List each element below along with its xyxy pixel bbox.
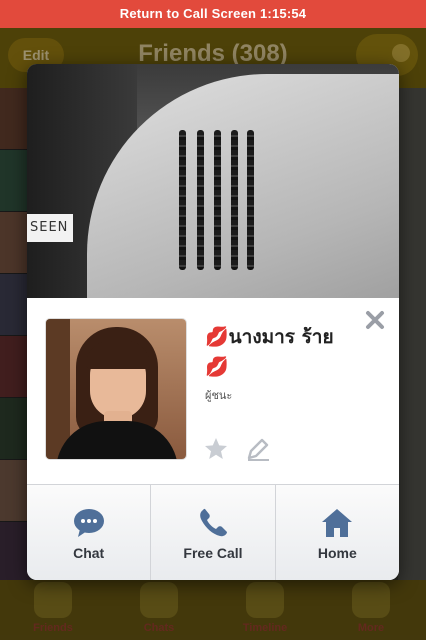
home-icon bbox=[322, 509, 353, 537]
status-message: ผู้ชนะ bbox=[205, 389, 233, 402]
close-icon[interactable] bbox=[363, 308, 387, 332]
free-call-button[interactable]: Free Call bbox=[151, 485, 276, 580]
cover-photo: SEEN bbox=[27, 64, 399, 298]
chat-label: Chat bbox=[73, 545, 105, 561]
call-timer: 1:15:54 bbox=[260, 6, 307, 21]
profile-name: 💋นางมาร ร้าย💋 bbox=[205, 326, 334, 378]
tattoo-line bbox=[197, 130, 204, 270]
tattoo-line bbox=[214, 130, 221, 270]
profile-photo[interactable] bbox=[46, 319, 186, 459]
chat-bubble-icon bbox=[73, 509, 104, 537]
phone-icon bbox=[200, 508, 227, 537]
profile-actions: Chat Free Call Home bbox=[27, 484, 399, 580]
tattoo-line bbox=[231, 130, 238, 270]
cover-watermark: SEEN bbox=[27, 214, 73, 242]
tattoo-line bbox=[247, 130, 254, 270]
home-label: Home bbox=[317, 545, 357, 561]
return-to-call-label: Return to Call Screen bbox=[119, 6, 257, 21]
profile-popup: SEEN 💋นางมาร ร้าย💋 ผู้ชนะ Chat Free Call… bbox=[27, 64, 399, 580]
free-call-label: Free Call bbox=[183, 545, 243, 561]
favorite-star-icon[interactable] bbox=[203, 436, 229, 462]
edit-pencil-icon[interactable] bbox=[245, 436, 271, 462]
home-button[interactable]: Home bbox=[276, 485, 399, 580]
chat-button[interactable]: Chat bbox=[27, 485, 152, 580]
return-to-call-banner[interactable]: Return to Call Screen 1:15:54 bbox=[0, 0, 426, 28]
profile-info: 💋นางมาร ร้าย💋 ผู้ชนะ bbox=[27, 298, 399, 484]
tattoo-line bbox=[179, 130, 186, 270]
